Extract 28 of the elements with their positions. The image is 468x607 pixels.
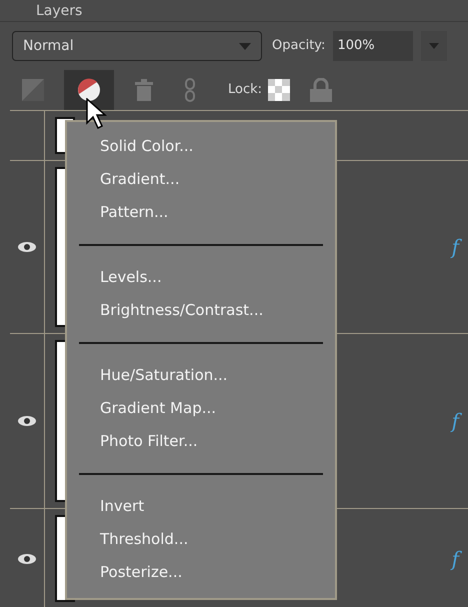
effects-icon[interactable]: f: [452, 406, 462, 436]
adjustment-layer-button[interactable]: [64, 70, 114, 110]
menu-item[interactable]: Gradient...: [67, 163, 335, 196]
menu-item[interactable]: Hue/Saturation...: [67, 359, 335, 392]
menu-item[interactable]: Gradient Map...: [67, 392, 335, 425]
half-circle-icon: [77, 78, 101, 102]
lock-transparency-icon[interactable]: [268, 79, 290, 101]
opacity-field[interactable]: 100%: [333, 31, 414, 61]
eye-icon[interactable]: [18, 416, 36, 426]
eye-icon[interactable]: [18, 242, 36, 252]
effects-icon[interactable]: f: [452, 544, 462, 574]
menu-item[interactable]: Solid Color...: [67, 130, 335, 163]
blend-mode-dropdown[interactable]: Normal: [12, 31, 262, 61]
effects-icon[interactable]: f: [452, 232, 462, 262]
dropdown-arrow-icon: [429, 43, 440, 49]
mouse-cursor-icon: [86, 98, 108, 130]
dropdown-arrow-icon: [239, 42, 251, 50]
menu-item[interactable]: Brightness/Contrast...: [67, 294, 335, 327]
menu-item[interactable]: Posterize...: [67, 556, 335, 589]
menu-item[interactable]: Levels...: [67, 261, 335, 294]
menu-item[interactable]: Photo Filter...: [67, 425, 335, 458]
menu-item[interactable]: Threshold...: [67, 523, 335, 556]
panel-title: Layers: [36, 4, 82, 18]
menu-item[interactable]: Pattern...: [67, 196, 335, 229]
menu-item[interactable]: Invert: [67, 490, 335, 523]
lock-label: Lock:: [228, 81, 262, 100]
opacity-label: Opacity:: [272, 37, 326, 56]
eye-icon[interactable]: [18, 554, 36, 564]
